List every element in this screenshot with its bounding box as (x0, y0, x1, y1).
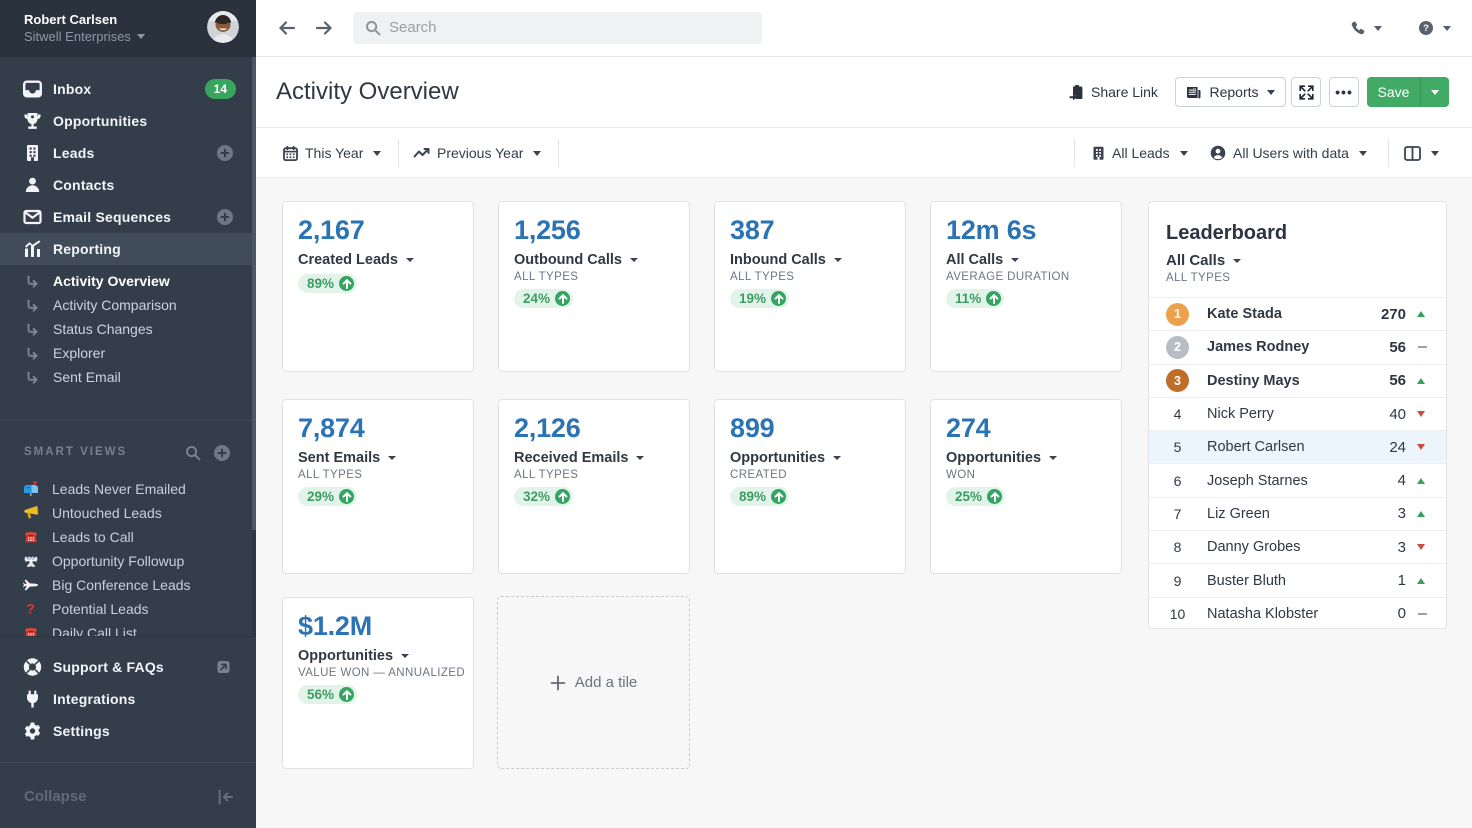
svg-text:?: ? (26, 601, 34, 616)
svg-text:?: ? (1423, 23, 1429, 34)
